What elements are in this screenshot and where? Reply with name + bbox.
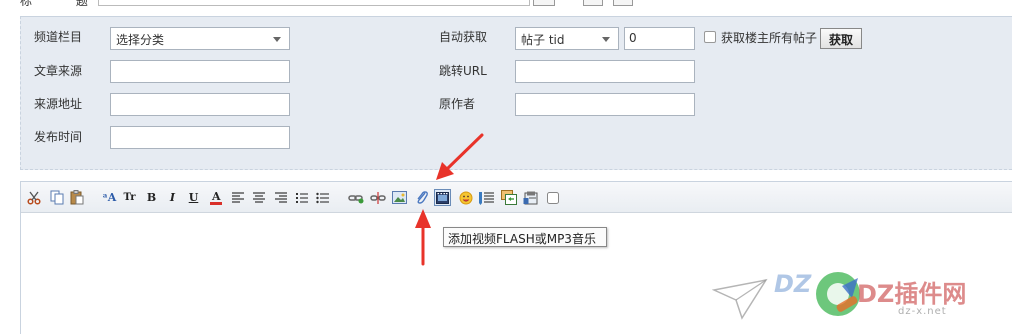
unordered-list-icon[interactable]: [314, 189, 331, 206]
toolbar-tooltip: 添加视频FLASH或MP3音乐: [443, 227, 607, 247]
align-center-icon[interactable]: [250, 189, 267, 206]
tid-input[interactable]: 0: [624, 27, 695, 50]
code-icon[interactable]: [500, 189, 517, 206]
flash-media-icon[interactable]: [434, 189, 451, 206]
publish-time-input[interactable]: [110, 126, 290, 149]
title-bold-button[interactable]: [613, 0, 633, 6]
redirect-url-input[interactable]: [515, 60, 695, 83]
title-color-button[interactable]: [583, 0, 603, 6]
title-row: 标 题: [0, 0, 1012, 9]
red-arrow-up-icon: [415, 209, 431, 266]
fetch-all-label: 获取楼主所有帖子: [721, 31, 818, 45]
emoticon-icon[interactable]: [457, 189, 474, 206]
channel-select[interactable]: 选择分类: [110, 27, 290, 50]
quote-icon[interactable]: [478, 189, 495, 206]
author-input[interactable]: [515, 93, 695, 116]
source-label: 文章来源: [34, 64, 83, 78]
redirect-url-label: 跳转URL: [439, 64, 487, 78]
paper-plane-icon: [712, 278, 768, 320]
publish-time-label: 发布时间: [34, 130, 83, 144]
cut-icon[interactable]: [25, 189, 42, 206]
source-url-input[interactable]: [110, 93, 290, 116]
underline-icon[interactable]: U: [185, 189, 202, 206]
watermark-url: dz-x.net: [898, 306, 947, 317]
title-style-button[interactable]: [533, 0, 555, 6]
link-icon[interactable]: [347, 189, 364, 206]
unlink-icon[interactable]: [369, 189, 386, 206]
auto-fetch-select-value: 帖子 tid: [521, 33, 565, 47]
bold-icon[interactable]: B: [143, 189, 160, 206]
source-url-label: 来源地址: [34, 97, 83, 111]
channel-select-value: 选择分类: [116, 33, 165, 47]
editor-toolbar: ᵃA Tr B I U A: [21, 182, 1012, 213]
italic-icon[interactable]: I: [164, 189, 181, 206]
red-arrow-down-icon: [436, 133, 484, 180]
font-family-icon[interactable]: ᵃA: [101, 189, 118, 206]
ordered-list-icon[interactable]: [293, 189, 310, 206]
chevron-down-icon: [602, 37, 610, 42]
table-icon[interactable]: [522, 189, 539, 206]
chevron-down-icon: [273, 37, 281, 42]
article-info-panel: 频道栏目 选择分类 文章来源 来源地址 发布时间 自动获取 帖子 tid 0 获…: [20, 16, 1012, 170]
checkbox-icon[interactable]: [544, 189, 561, 206]
paste-icon[interactable]: [68, 189, 85, 206]
fetch-all-checkbox[interactable]: [704, 31, 716, 43]
align-right-icon[interactable]: [272, 189, 289, 206]
auto-fetch-label: 自动获取: [439, 30, 488, 44]
watermark-logo: DZ: [774, 270, 812, 298]
auto-fetch-select[interactable]: 帖子 tid: [515, 27, 619, 50]
svg-text:A: A: [211, 190, 221, 203]
watermark: DZ DZ插件网 dz-x.net: [712, 262, 1012, 334]
attachment-icon[interactable]: [413, 189, 430, 206]
font-size-icon[interactable]: Tr: [121, 189, 138, 206]
watermark-brand: DZ插件网: [857, 280, 967, 308]
font-color-icon[interactable]: A: [207, 189, 224, 206]
title-label: 标 题: [20, 0, 108, 8]
copy-icon[interactable]: [48, 189, 65, 206]
fetch-button[interactable]: 获取: [820, 28, 863, 49]
image-icon[interactable]: [391, 189, 408, 206]
source-input[interactable]: [110, 60, 290, 83]
author-label: 原作者: [439, 97, 476, 111]
align-left-icon[interactable]: [229, 189, 246, 206]
channel-label: 频道栏目: [34, 30, 83, 44]
title-input[interactable]: [98, 0, 530, 6]
